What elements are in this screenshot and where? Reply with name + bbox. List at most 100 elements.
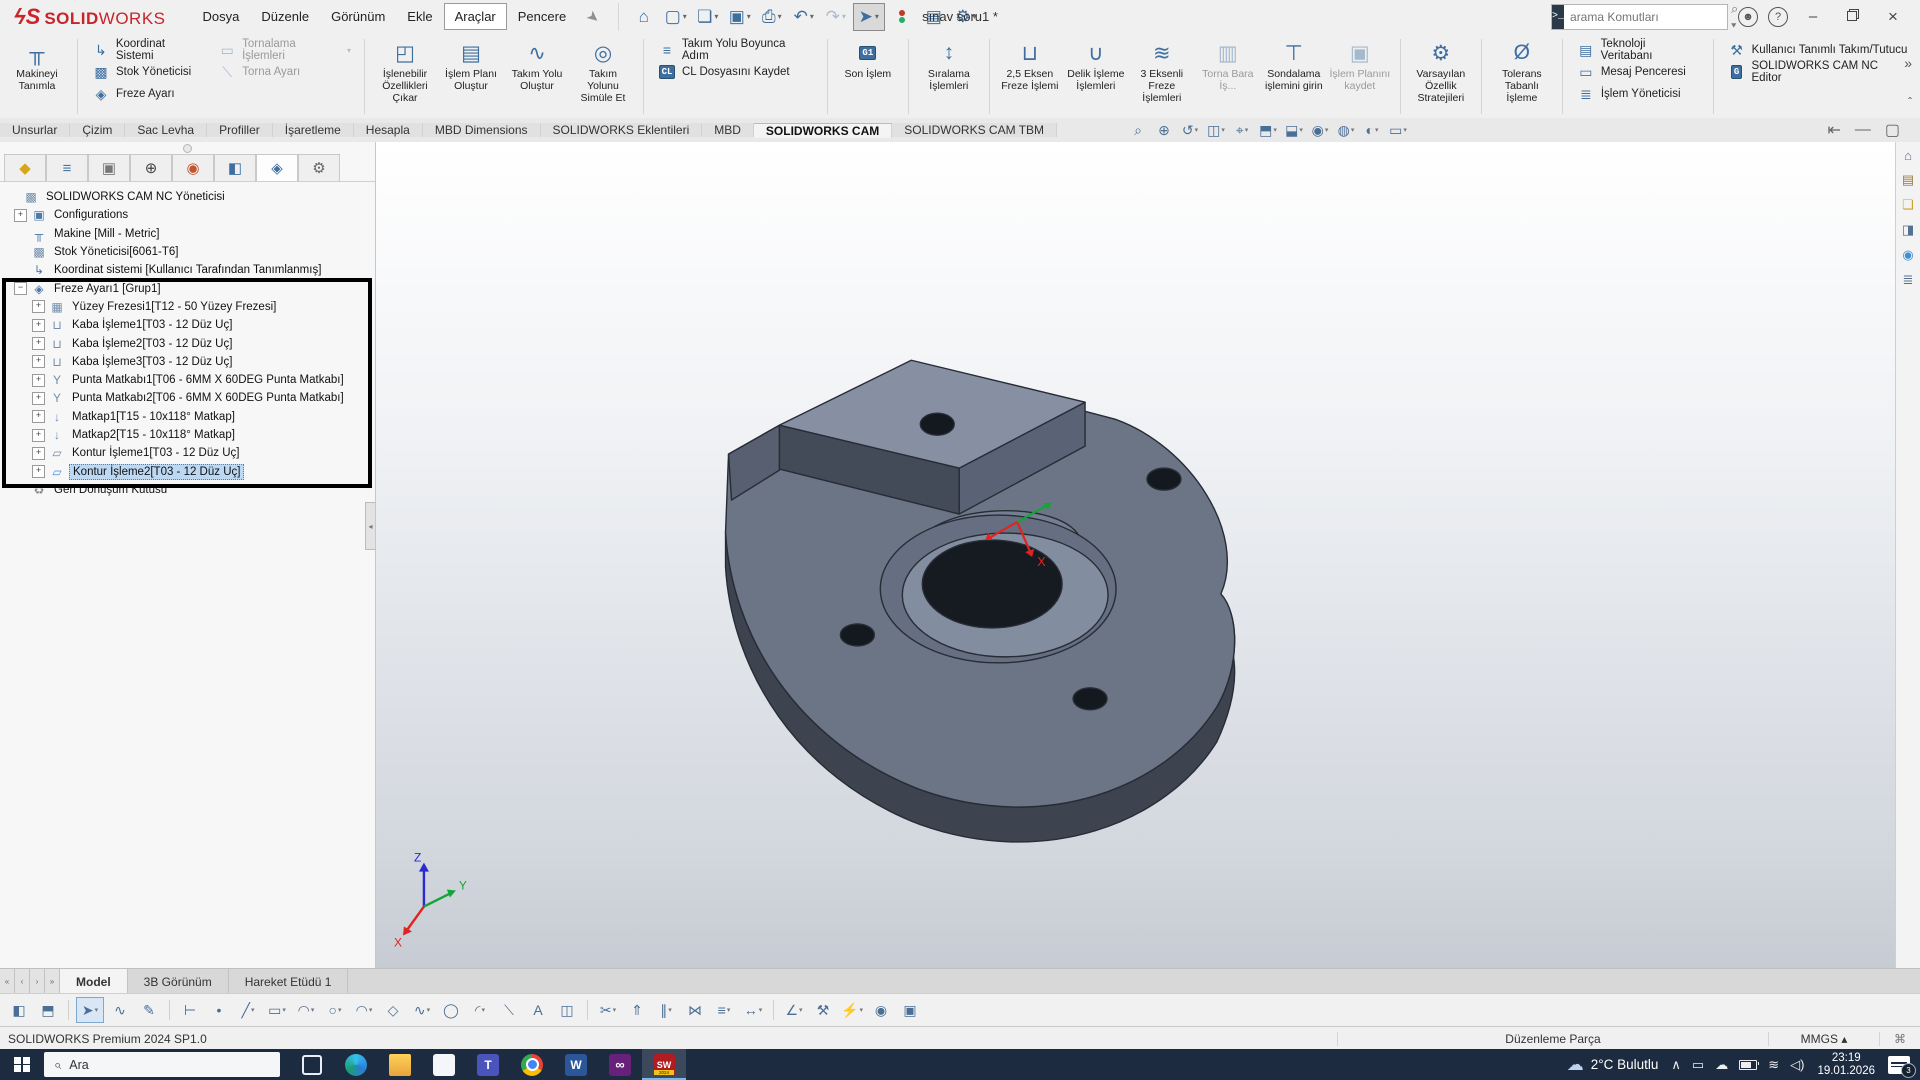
doc-tab-nav-icon[interactable]: › [30, 969, 45, 994]
cam-tools-tab[interactable]: ⚙ [298, 154, 340, 181]
collapse-minus-icon[interactable]: − [14, 282, 27, 295]
dropdown-arrow-icon[interactable]: ▾ [842, 12, 846, 21]
dropdown-arrow-icon[interactable]: ▾ [481, 1006, 485, 1014]
chamfer-tool-icon[interactable]: ⟍ [496, 998, 522, 1022]
hide-show-items-icon[interactable]: ◉▾ [1309, 120, 1331, 140]
smart-dimension-icon[interactable]: ⊢ [177, 998, 203, 1022]
save-icon[interactable]: ▣▾ [725, 4, 755, 30]
view-palette-icon[interactable]: ◨ [1902, 222, 1914, 238]
start-button[interactable] [0, 1049, 44, 1080]
dropdown-arrow-icon[interactable]: ▾ [668, 1006, 672, 1014]
dropdown-arrow-icon[interactable]: ▾ [1375, 126, 1379, 134]
wifi-icon[interactable]: ≋ [1768, 1057, 1779, 1073]
taskbar-clock[interactable]: 23:19 19.01.2026 [1817, 1052, 1875, 1078]
units-selector[interactable]: MMGS ▴ [1768, 1032, 1879, 1046]
polygon-tool-icon[interactable]: ◇ [380, 998, 406, 1022]
dropdown-arrow-icon[interactable]: ▾ [613, 1006, 617, 1014]
probe-operation-button[interactable]: ⊤Sondalama işlemini girin [1261, 35, 1327, 118]
command-search[interactable]: >_ ⌕ ▾ [1551, 4, 1728, 30]
tree-item[interactable]: −◈Freze Ayarı1 [Grup1] [6, 279, 375, 297]
dropdown-arrow-icon[interactable]: ▾ [1245, 126, 1249, 134]
taskbar-search[interactable]: ⌕ Ara [44, 1052, 280, 1077]
menu-araçlar[interactable]: Araçlar [444, 3, 507, 30]
edit-appearance-icon[interactable]: ◍▾ [1335, 120, 1357, 140]
mill-25axis-button[interactable]: ⊔2,5 Eksen Freze İşlemi [997, 35, 1063, 118]
redo-icon[interactable]: ↷▾ [821, 4, 851, 30]
tab-profiller[interactable]: Profiller [207, 123, 273, 137]
dropdown-arrow-icon[interactable]: ▾ [369, 1006, 373, 1014]
previous-view-icon[interactable]: ↺▾ [1179, 120, 1201, 140]
operation-manager-button[interactable]: ≣İşlem Yöneticisi [1570, 83, 1706, 105]
generate-operation-plan-button[interactable]: ▤İşlem Planı Oluştur [438, 35, 504, 118]
tree-item[interactable]: ▩Stok Yöneticisi[6061-T6] [6, 243, 375, 261]
coordinate-system-button[interactable]: ↳Koordinat Sistemi [85, 39, 211, 61]
help-icon[interactable]: ? [1768, 7, 1788, 27]
close-button[interactable]: × [1878, 7, 1908, 27]
task-view-taskbar-button[interactable] [290, 1049, 334, 1080]
dock-pane-icon[interactable]: ⇤ [1827, 120, 1840, 140]
tab-hesapla[interactable]: Hesapla [354, 123, 423, 137]
tab-solidworks-cam[interactable]: SOLIDWORKS CAM [754, 123, 892, 138]
extract-machinable-features-button[interactable]: ◰İşlenebilir Özellikleri Çıkar [372, 35, 438, 118]
home-icon[interactable]: ⌂ [629, 4, 659, 30]
dropdown-arrow-icon[interactable]: ▾ [875, 12, 879, 21]
move-entities-icon[interactable]: ↔▾ [740, 998, 766, 1022]
dropdown-arrow-icon[interactable]: ▾ [972, 12, 976, 21]
feature-stoplight-icon[interactable] [887, 4, 917, 30]
ribbon-overflow-icon[interactable]: » [1904, 55, 1912, 71]
notification-center-icon[interactable]: 3 [1888, 1056, 1910, 1074]
doc-tab-3b-g-r-n-m[interactable]: 3B Görünüm [128, 969, 229, 994]
doc-tab-nav-icon[interactable]: « [0, 969, 15, 994]
dimxpert-tab[interactable]: ⊕ [130, 154, 172, 181]
mill-setup-button[interactable]: ◈Freze Ayarı [85, 83, 211, 105]
select-tool-icon[interactable]: ➤▾ [76, 997, 104, 1023]
expand-plus-icon[interactable]: + [32, 392, 45, 405]
simulate-toolpath-button[interactable]: ◎Takım Yolunu Simüle Et [570, 35, 636, 118]
pane-split-horizontal-icon[interactable]: ⬒ [35, 998, 61, 1022]
save-cl-file-button[interactable]: CLCL Dosyasını Kaydet [651, 61, 820, 83]
dropdown-arrow-icon[interactable]: ▾ [1273, 126, 1277, 134]
dropdown-arrow-icon[interactable]: ▾ [727, 1006, 731, 1014]
tree-item[interactable]: +⊔Kaba İşleme1[T03 - 12 Düz Uç] [6, 316, 375, 334]
quick-snaps-icon[interactable]: ⚡▾ [839, 998, 865, 1022]
pin-icon[interactable]: ➤ [583, 6, 604, 28]
default-feature-strategies-button[interactable]: ⚙Varsayılan Özellik Stratejileri [1408, 35, 1474, 118]
volume-icon[interactable]: ◁) [1790, 1057, 1804, 1073]
tree-item[interactable]: +▦Yüzey Frezesi1[T12 - 50 Yüzey Frezesi] [6, 298, 375, 316]
tree-item[interactable]: +▣Configurations [6, 206, 375, 224]
tree-item[interactable]: +YPunta Matkabı2[T06 - 6MM X 60DEG Punta… [6, 389, 375, 407]
convert-entities-icon[interactable]: ⇑ [624, 998, 650, 1022]
minimize-doc-icon[interactable]: — [1855, 121, 1871, 139]
generate-toolpath-button[interactable]: ∿Takım Yolu Oluştur [504, 35, 570, 118]
post-process-button[interactable]: G1Son İşlem [835, 35, 901, 118]
doc-tab-hareket-et-d-1[interactable]: Hareket Etüdü 1 [229, 969, 349, 994]
dropdown-arrow-icon[interactable]: ▾ [1351, 126, 1355, 134]
stock-manager-button[interactable]: ▩Stok Yöneticisi [85, 61, 211, 83]
solidworks-taskbar-button[interactable]: SW2024 [642, 1049, 686, 1080]
lasso-select-icon[interactable]: ∿ [107, 998, 133, 1022]
new-document-icon[interactable]: ▢▾ [661, 4, 691, 30]
tree-item[interactable]: ╥Makine [Mill - Metric] [6, 225, 375, 243]
circle-tool-icon[interactable]: ○▾ [322, 998, 348, 1022]
step-through-toolpath-button[interactable]: ≡Takım Yolu Boyunca Adım [651, 39, 820, 61]
battery-icon[interactable] [1739, 1060, 1757, 1070]
search-input[interactable] [1564, 10, 1731, 24]
ribbon-collapse-icon[interactable]: ˆ [1908, 95, 1912, 109]
dropdown-arrow-icon[interactable]: ▾ [427, 1006, 431, 1014]
graphics-viewport[interactable]: X Z Y X [376, 142, 1895, 968]
undo-icon[interactable]: ↶▾ [789, 4, 819, 30]
expand-plus-icon[interactable]: + [32, 374, 45, 387]
user-defined-tool-button[interactable]: ⚒Kullanıcı Tanımlı Takım/Tutucu [1721, 39, 1916, 61]
doc-tab-model[interactable]: Model [60, 969, 128, 994]
expand-plus-icon[interactable]: + [32, 319, 45, 332]
doc-tab-nav-icon[interactable]: » [45, 969, 60, 994]
tag-icon[interactable]: ⌘ [1879, 1032, 1920, 1046]
dropdown-arrow-icon[interactable]: ▾ [759, 1006, 763, 1014]
sort-operations-button[interactable]: ↕Sıralama İşlemleri [916, 35, 982, 118]
print-icon[interactable]: ⎙▾ [757, 4, 787, 30]
tolerance-based-machining-button[interactable]: ØTolerans Tabanlı İşleme [1489, 35, 1555, 118]
dropdown-arrow-icon[interactable]: ▾ [799, 1006, 803, 1014]
minimize-button[interactable]: – [1798, 8, 1828, 25]
fillet-tool-icon[interactable]: ◜▾ [467, 998, 493, 1022]
tab-solidworks-cam-tbm[interactable]: SOLIDWORKS CAM TBM [892, 123, 1057, 137]
